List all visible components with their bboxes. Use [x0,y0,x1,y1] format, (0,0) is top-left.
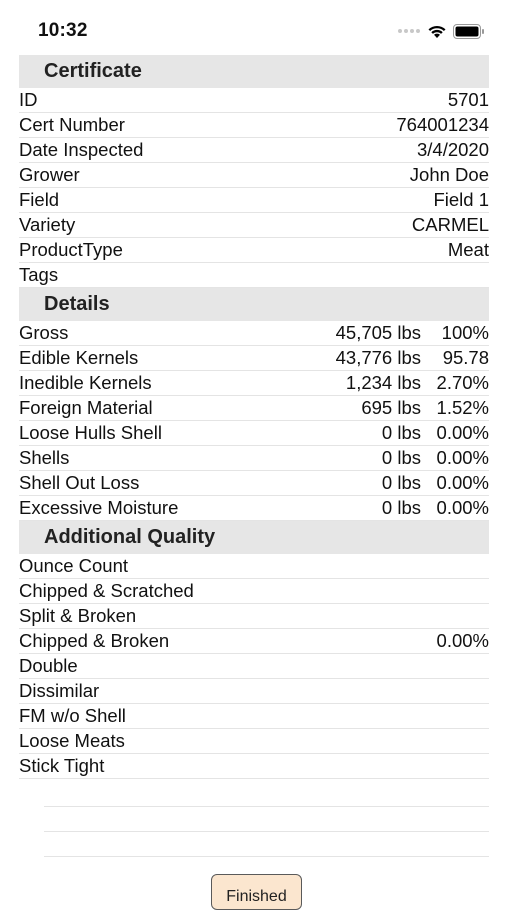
row-amount: 45,705 lbs [335,322,421,343]
row-foreign-material: Foreign Material 695 lbs 1.52% [19,396,489,421]
row-label: Shell Out Loss [19,472,140,493]
row-percent: 100% [441,322,489,343]
row-chipped-scratched: Chipped & Scratched [19,579,489,604]
row-value: Meat [447,239,489,260]
empty-row-separator [44,831,489,832]
additional-quality-rows: Ounce Count Chipped & Scratched Split & … [19,554,489,779]
row-label: Split & Broken [19,605,137,626]
row-variety: Variety CARMEL [19,213,489,238]
row-shell-out-loss: Shell Out Loss 0 lbs 0.00% [19,471,489,496]
row-chipped-broken: Chipped & Broken 0.00% [19,629,489,654]
row-label: Excessive Moisture [19,497,179,518]
row-label: FM w/o Shell [19,705,126,726]
row-date-inspected: Date Inspected 3/4/2020 [19,138,489,163]
row-edible-kernels: Edible Kernels 43,776 lbs 95.78 [19,346,489,371]
section-header-details: Details [19,288,489,321]
row-value: 3/4/2020 [416,139,489,160]
row-label: ProductType [19,239,123,260]
row-value: 764001234 [396,114,489,135]
row-value: Field 1 [433,189,489,210]
row-label: Dissimilar [19,680,100,701]
row-amount: 0 lbs [381,422,421,443]
status-bar: 10:32 [0,0,507,56]
row-label: ID [19,89,38,110]
empty-row-separator [44,806,489,807]
row-percent: 0.00% [436,497,489,518]
row-label: Foreign Material [19,397,153,418]
row-id: ID 5701 [19,88,489,113]
row-loose-hulls-shell: Loose Hulls Shell 0 lbs 0.00% [19,421,489,446]
wifi-icon [428,25,446,38]
row-product-type: ProductType Meat [19,238,489,263]
row-label: Chipped & Scratched [19,580,194,601]
row-label: Edible Kernels [19,347,139,368]
row-split-broken: Split & Broken [19,604,489,629]
row-value: John Doe [409,164,489,185]
row-percent: 1.52% [436,397,489,418]
row-ounce-count: Ounce Count [19,554,489,579]
row-label: Inedible Kernels [19,372,152,393]
row-label: Chipped & Broken [19,630,170,651]
section-header-additional-quality: Additional Quality [19,521,489,554]
row-cert-number: Cert Number 764001234 [19,113,489,138]
row-fm-wo-shell: FM w/o Shell [19,704,489,729]
row-amount: 0 lbs [381,472,421,493]
certificate-rows: ID 5701 Cert Number 764001234 Date Inspe… [19,88,489,288]
row-label: Tags [19,264,59,285]
row-label: Ounce Count [19,555,129,576]
certificate-detail-list[interactable]: Certificate ID 5701 Cert Number 76400123… [19,55,489,779]
row-grower: Grower John Doe [19,163,489,188]
row-value: 0.00% [436,630,489,651]
status-icons [397,22,485,40]
row-label: Loose Hulls Shell [19,422,162,443]
empty-row-separator [44,856,489,857]
signal-dots-icon [398,29,420,33]
row-amount: 1,234 lbs [345,372,421,393]
row-stick-tight: Stick Tight [19,754,489,779]
row-percent: 0.00% [436,472,489,493]
row-loose-meats: Loose Meats [19,729,489,754]
row-label: Variety [19,214,76,235]
row-amount: 0 lbs [381,497,421,518]
section-header-certificate: Certificate [19,55,489,88]
row-percent: 95.78 [442,347,489,368]
row-percent: 2.70% [436,372,489,393]
battery-icon [453,23,484,39]
row-value: CARMEL [411,214,489,235]
row-amount: 0 lbs [381,447,421,468]
row-amount: 695 lbs [361,397,421,418]
row-dissimilar: Dissimilar [19,679,489,704]
row-double: Double [19,654,489,679]
row-percent: 0.00% [436,422,489,443]
row-label: Gross [19,322,69,343]
row-label: Cert Number [19,114,125,135]
row-inedible-kernels: Inedible Kernels 1,234 lbs 2.70% [19,371,489,396]
row-percent: 0.00% [436,447,489,468]
row-label: Shells [19,447,70,468]
row-excessive-moisture: Excessive Moisture 0 lbs 0.00% [19,496,489,521]
row-amount: 43,776 lbs [335,347,421,368]
row-label: Field [19,189,60,210]
row-label: Date Inspected [19,139,144,160]
row-label: Stick Tight [19,755,105,776]
row-field: Field Field 1 [19,188,489,213]
row-label: Double [19,655,78,676]
row-label: Loose Meats [19,730,125,751]
row-gross: Gross 45,705 lbs 100% [19,321,489,346]
row-tags: Tags [19,263,489,288]
row-value: 5701 [447,89,489,110]
row-shells: Shells 0 lbs 0.00% [19,446,489,471]
row-label: Grower [19,164,80,185]
finished-button[interactable]: Finished [211,874,302,910]
status-time: 10:32 [38,20,88,41]
details-rows: Gross 45,705 lbs 100% Edible Kernels 43,… [19,321,489,521]
